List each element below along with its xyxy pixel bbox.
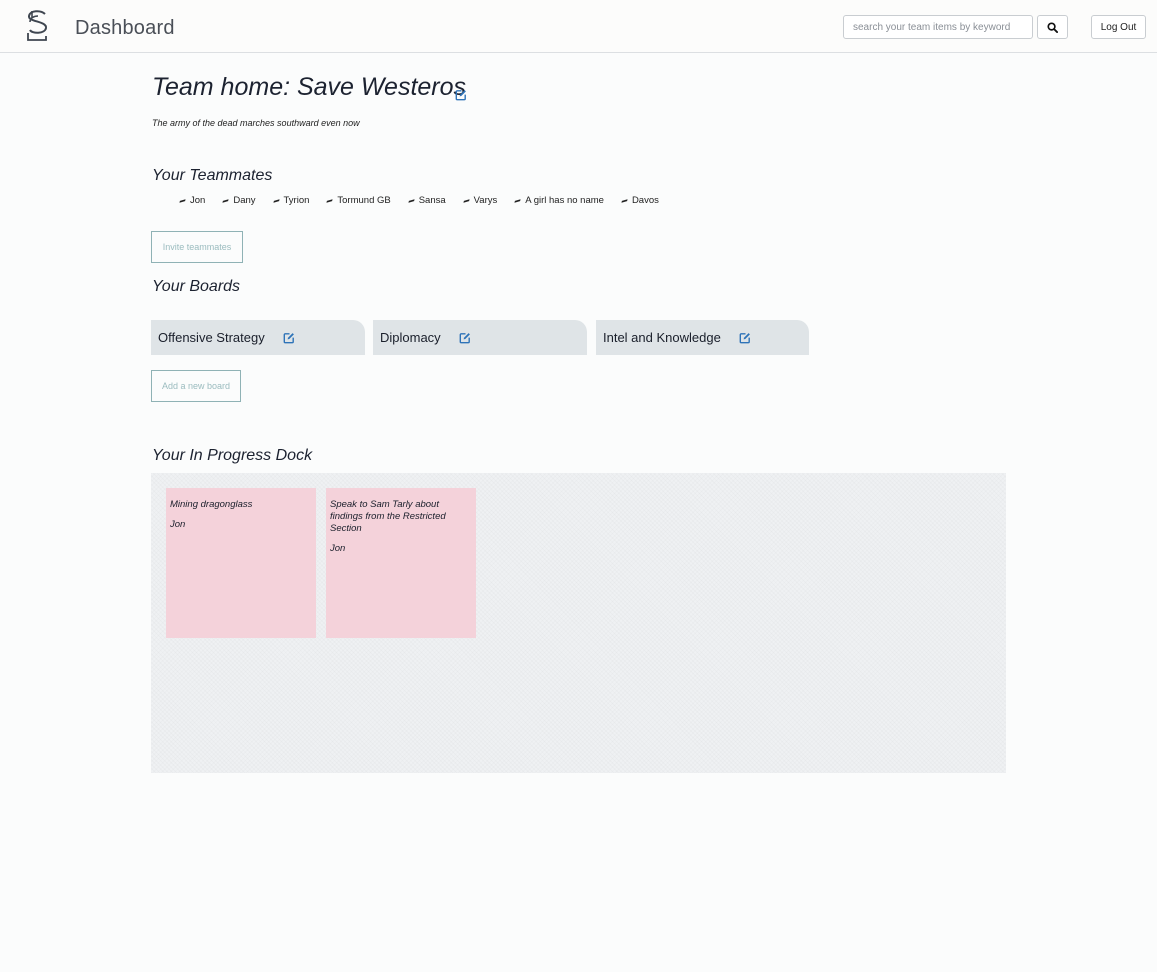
edit-icon[interactable] [459, 332, 471, 344]
page-title: Team home: Save Westeros [152, 73, 467, 101]
teammate-item[interactable]: A girl has no name [514, 195, 604, 206]
teammates-heading: Your Teammates [152, 167, 273, 184]
teammate-name: Dany [233, 195, 256, 206]
card-text: Speak to Sam Tarly about findings from t… [330, 499, 446, 534]
teammate-item[interactable]: Varys [463, 195, 498, 206]
teammate-item[interactable]: Sansa [408, 195, 446, 206]
app-title[interactable]: Dashboard [75, 17, 175, 40]
dash-icon [222, 198, 229, 203]
sticky-card[interactable]: Mining dragonglass Jon [166, 488, 316, 638]
teammate-name: Jon [190, 195, 206, 206]
team-description: The army of the dead marches southward e… [152, 118, 360, 128]
dash-icon [463, 198, 470, 203]
teammate-item[interactable]: Tormund GB [326, 195, 391, 206]
dash-icon [179, 198, 186, 203]
teammates-list: Jon Dany Tyrion Tormund GB Sansa Varys A… [179, 195, 677, 206]
search-button[interactable] [1037, 15, 1068, 39]
teammate-item[interactable]: Tyrion [272, 195, 310, 206]
teammate-item[interactable]: Davos [621, 195, 659, 206]
edit-icon [455, 89, 466, 101]
card-text: Mining dragonglass [170, 499, 253, 510]
board-tab-label: Offensive Strategy [158, 330, 265, 345]
search-icon [1047, 21, 1058, 33]
logout-button[interactable]: Log Out [1091, 15, 1146, 39]
teammate-name: Varys [473, 195, 498, 206]
dash-icon [621, 198, 628, 203]
card-owner: Jon [330, 543, 346, 554]
board-tab-label: Intel and Knowledge [603, 330, 721, 345]
card-owner: Jon [170, 519, 186, 530]
search-input[interactable] [843, 15, 1033, 39]
invite-teammates-button[interactable]: Invite teammates [151, 231, 243, 263]
edit-team-button[interactable] [455, 86, 467, 104]
board-tab[interactable]: Intel and Knowledge [596, 320, 809, 355]
top-navbar: Dashboard Log Out [0, 0, 1157, 53]
dock-heading: Your In Progress Dock [152, 447, 313, 464]
board-tab[interactable]: Offensive Strategy [151, 320, 365, 355]
edit-icon[interactable] [283, 332, 295, 344]
teammate-name: Davos [631, 195, 659, 206]
sticky-card[interactable]: Speak to Sam Tarly about findings from t… [326, 488, 476, 638]
dash-icon [326, 198, 333, 203]
dash-icon [408, 198, 415, 203]
add-board-button[interactable]: Add a new board [151, 370, 241, 402]
board-tab[interactable]: Diplomacy [373, 320, 587, 355]
teammate-item[interactable]: Jon [179, 195, 206, 206]
in-progress-dock[interactable]: Mining dragonglass Jon Speak to Sam Tarl… [151, 473, 1006, 773]
teammate-name: Sansa [418, 195, 446, 206]
teammate-name: Tormund GB [337, 195, 391, 206]
board-tab-label: Diplomacy [380, 330, 441, 345]
boards-heading: Your Boards [152, 278, 241, 295]
teammate-name: Tyrion [283, 195, 310, 206]
dash-icon [514, 198, 521, 203]
teammate-name: A girl has no name [525, 195, 604, 206]
app-logo-icon[interactable] [24, 9, 52, 43]
edit-icon[interactable] [739, 332, 751, 344]
dash-icon [272, 198, 280, 203]
teammate-item[interactable]: Dany [222, 195, 256, 206]
